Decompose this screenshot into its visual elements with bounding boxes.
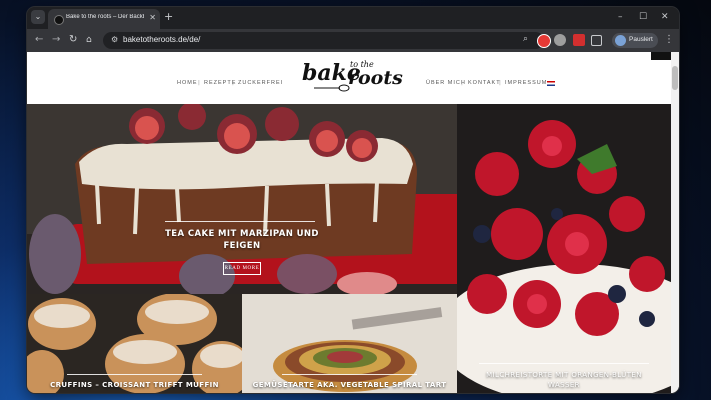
home-icon[interactable]: ⌂ [86,34,92,46]
post-title-tea-cake[interactable]: TEA CAKE MIT MARZIPAN UND FEIGEN [147,228,337,252]
puzzle-extensions-icon[interactable] [591,35,602,46]
zoom-icon[interactable]: ⌕ [523,34,528,44]
extension-shield-icon[interactable] [537,34,551,48]
post-tile-cruffins[interactable]: CRUFFINS – CROISSANT TRIFFT MUFFIN [27,294,242,393]
reload-icon[interactable]: ↻ [69,34,77,46]
read-more-button[interactable]: READ MORE [223,262,261,275]
url-text: baketotheroots.de/de/ [123,35,201,44]
nav-impressum[interactable]: IMPRESSUM [505,80,547,86]
minimize-icon[interactable]: – [618,11,623,23]
english-flag-icon[interactable] [547,81,555,86]
title-divider [67,374,202,375]
post-title-milchreistorte[interactable]: MILCHREISTORTE MIT ORANGEN-BLÜTEN WASSER [461,370,667,390]
web-page: bake to the roots HOME | REZEPTE | ZUCKE… [27,52,679,393]
scrollbar[interactable] [671,52,679,393]
site-logo[interactable]: bake to the roots [300,54,404,94]
profile-name: Pauslert [629,36,653,43]
search-icon[interactable] [651,52,671,60]
back-arrow-icon[interactable]: ← [35,34,43,46]
post-title-line: MILCHREISTORTE MIT ORANGEN-BLÜTEN [486,371,642,379]
post-tile-milchreistorte[interactable]: MILCHREISTORTE MIT ORANGEN-BLÜTEN WASSER [457,104,671,393]
title-divider [165,221,315,222]
site-favicon-icon [54,15,64,25]
close-icon[interactable]: ✕ [149,13,156,23]
post-title-line: FEIGEN [223,241,261,251]
nav-ueber-mich[interactable]: ÜBER MICH [426,80,466,86]
title-divider [282,374,417,375]
site-settings-icon[interactable]: ⚙ [111,35,118,44]
profile-button[interactable]: Pauslert [612,33,658,48]
nav-separator: | [499,80,501,86]
cruffins-photo [27,294,242,393]
post-title-line: WASSER [548,381,580,389]
tart-photo [242,294,457,393]
active-tab[interactable]: Bake to the roots – Der Backblog aus ✕ [48,9,160,29]
nav-zuckerfrei[interactable]: ZUCKERFREI [238,80,283,86]
nav-separator: | [232,80,234,86]
tab-title: Bake to the roots – Der Backblog aus [66,14,144,20]
browser-toolbar: ← → ↻ ⌂ ⚙ baketotheroots.de/de/ ⌕ ☆ Paus… [27,29,679,52]
close-icon[interactable]: ✕ [661,11,669,23]
forward-arrow-icon[interactable]: → [52,34,60,46]
post-grid: TEA CAKE MIT MARZIPAN UND FEIGEN READ MO… [27,104,671,393]
post-title-line: TEA CAKE MIT MARZIPAN UND [165,229,319,239]
site-header: bake to the roots HOME | REZEPTE | ZUCKE… [27,52,671,105]
berry-cake-photo [457,104,671,393]
address-bar[interactable]: ⚙ baketotheroots.de/de/ ⌕ ☆ [103,32,545,49]
chevron-down-icon: ⌄ [34,12,42,21]
extension-badge-icon[interactable] [573,34,585,46]
plus-icon[interactable]: + [164,11,173,23]
maximize-icon[interactable]: ☐ [639,11,647,23]
tab-strip: ⌄ Bake to the roots – Der Backblog aus ✕… [27,7,679,29]
post-title-gemuesetarte[interactable]: GEMÜSETARTE AKA. VEGETABLE SPIRAL TART [242,380,457,390]
tab-search-button[interactable]: ⌄ [31,10,45,24]
nav-kontakt[interactable]: KONTAKT [468,80,501,86]
post-title-cruffins[interactable]: CRUFFINS – CROISSANT TRIFFT MUFFIN [27,380,242,390]
avatar [615,35,626,46]
scrollbar-thumb[interactable] [672,66,678,90]
nav-separator: | [461,80,463,86]
title-divider [479,363,649,364]
browser-window: ⌄ Bake to the roots – Der Backblog aus ✕… [27,7,679,393]
kebab-menu-icon[interactable]: ⋮ [664,34,674,46]
svg-text:roots: roots [348,67,403,89]
extension-circle-icon[interactable] [554,34,566,46]
nav-home[interactable]: HOME [177,80,198,86]
nav-separator: | [198,80,200,86]
post-tile-tea-cake[interactable]: TEA CAKE MIT MARZIPAN UND FEIGEN READ MO… [27,104,457,294]
post-tile-gemuesetarte[interactable]: GEMÜSETARTE AKA. VEGETABLE SPIRAL TART [242,294,457,393]
